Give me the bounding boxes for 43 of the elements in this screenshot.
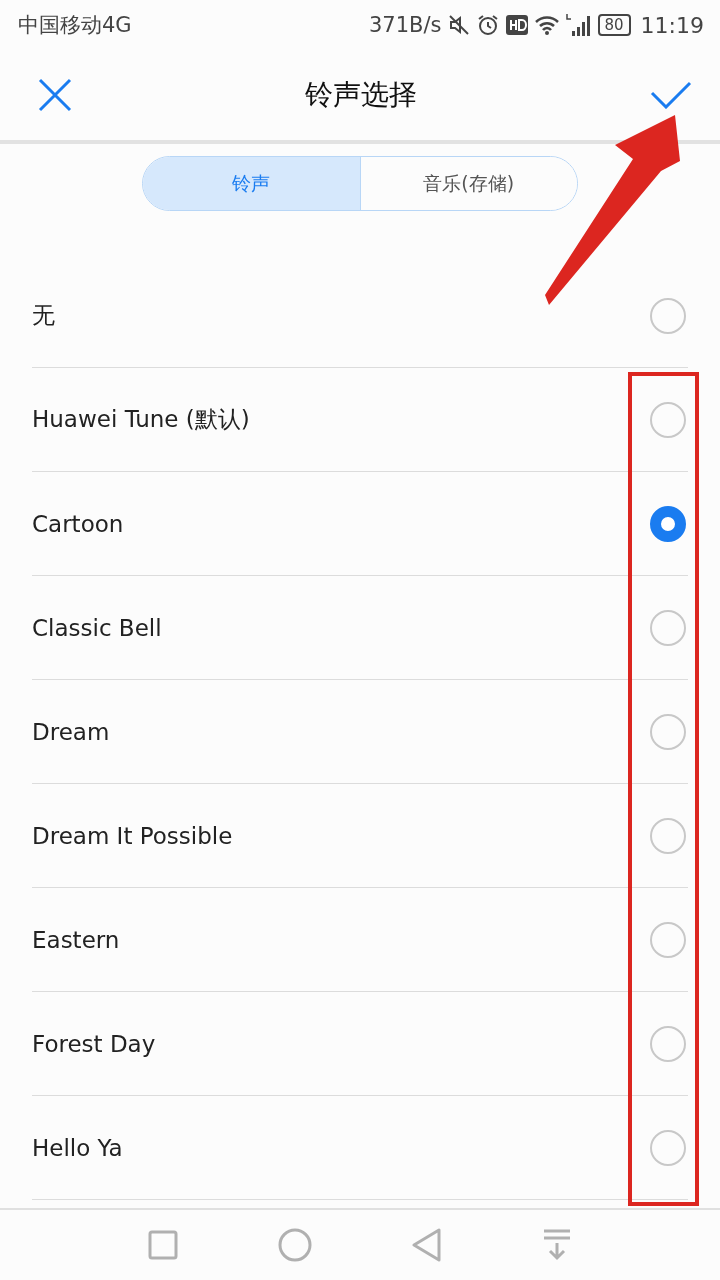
- radio-button[interactable]: [650, 921, 686, 958]
- home-icon[interactable]: [278, 1228, 312, 1262]
- ringtone-name: Dream: [32, 718, 110, 745]
- network-speed: 371B/s: [369, 13, 442, 37]
- back-icon[interactable]: [412, 1228, 442, 1262]
- radio-button[interactable]: [650, 1025, 686, 1062]
- close-icon: [38, 78, 72, 112]
- ringtone-name: Cartoon: [32, 510, 124, 537]
- confirm-button[interactable]: [650, 81, 692, 109]
- radio-button[interactable]: [650, 817, 686, 854]
- hd-icon: [505, 15, 528, 35]
- ringtone-name: Classic Bell: [32, 614, 162, 641]
- ringtone-name: 无: [32, 301, 55, 330]
- ringtone-item[interactable]: Dream: [32, 680, 688, 784]
- ringtone-item[interactable]: Eastern: [32, 888, 688, 992]
- checkmark-icon: [650, 81, 692, 109]
- radio-button[interactable]: [650, 609, 686, 646]
- screen-title: 铃声选择: [305, 77, 417, 113]
- ringtone-item[interactable]: Dream It Possible: [32, 784, 688, 888]
- ringtone-name: Eastern: [32, 926, 120, 953]
- recents-icon[interactable]: [148, 1230, 178, 1260]
- radio-button[interactable]: [650, 401, 686, 438]
- ringtone-name: Forest Day: [32, 1030, 156, 1057]
- radio-button[interactable]: [650, 713, 686, 750]
- ringtone-item[interactable]: Cartoon: [32, 472, 688, 576]
- close-button[interactable]: [38, 78, 72, 112]
- ringtone-item[interactable]: Classic Bell: [32, 576, 688, 680]
- clock: 11:19: [640, 12, 704, 38]
- ringtone-item[interactable]: Forest Day: [32, 992, 688, 1096]
- carrier-name: 中国移动4G: [18, 12, 132, 39]
- radio-button[interactable]: [650, 1129, 686, 1166]
- ringtone-item[interactable]: Hello Ya: [32, 1096, 688, 1200]
- ringtone-item[interactable]: Huawei Tune (默认): [32, 368, 688, 472]
- ringtone-name: Hello Ya: [32, 1134, 123, 1161]
- notification-pulldown-icon[interactable]: [542, 1229, 572, 1261]
- radio-button[interactable]: [650, 505, 686, 542]
- battery-level: 80: [597, 14, 631, 36]
- ringtone-name: Dream It Possible: [32, 822, 233, 849]
- signal-icon: [565, 13, 592, 37]
- radio-button[interactable]: [650, 297, 686, 334]
- mute-icon: [447, 14, 470, 36]
- wifi-icon: [533, 14, 560, 36]
- ringtone-name: Huawei Tune (默认): [32, 405, 250, 434]
